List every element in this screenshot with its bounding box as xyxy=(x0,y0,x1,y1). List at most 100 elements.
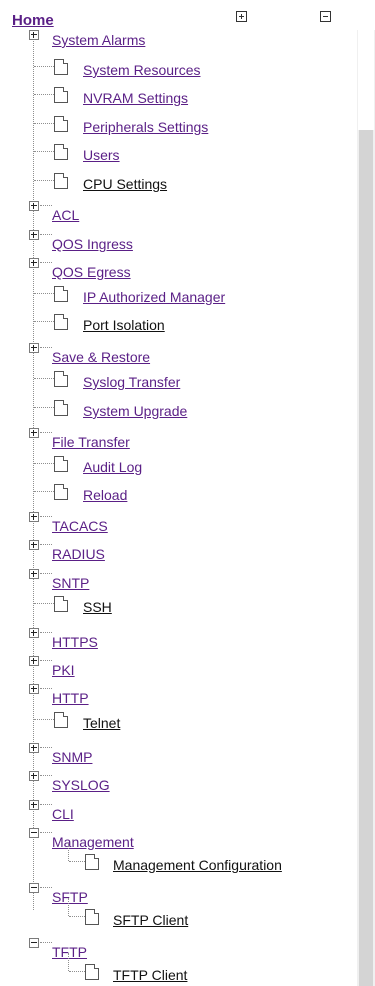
folder-label[interactable]: TFTP xyxy=(52,944,87,960)
folder-label[interactable]: HTTPS xyxy=(52,634,98,650)
folder-label[interactable]: QOS Egress xyxy=(52,264,131,280)
expand-icon[interactable] xyxy=(29,343,39,353)
tree-folder-file-transfer[interactable]: File Transfer xyxy=(0,427,355,450)
scrollbar-thumb[interactable] xyxy=(359,130,373,986)
folder-label[interactable]: QOS Ingress xyxy=(52,236,133,252)
tree-page-audit-log[interactable]: Audit Log xyxy=(0,455,355,475)
folder-label[interactable]: PKI xyxy=(52,662,75,678)
tree-folder-http[interactable]: HTTP xyxy=(0,683,355,706)
tree-page-system-upgrade[interactable]: System Upgrade xyxy=(0,399,355,419)
page-label[interactable]: Telnet xyxy=(83,715,120,731)
expand-icon[interactable] xyxy=(29,684,39,694)
expand-icon[interactable] xyxy=(29,428,39,438)
tree-page-peripherals-settings[interactable]: Peripherals Settings xyxy=(0,115,355,135)
page-label[interactable]: Users xyxy=(83,147,120,163)
tree-page-cpu-settings[interactable]: CPU Settings xyxy=(0,172,355,192)
page-icon xyxy=(54,144,68,160)
tree-page-tftp-client[interactable]: TFTP Client xyxy=(0,963,355,983)
page-label[interactable]: Peripherals Settings xyxy=(83,119,208,135)
tree-folder-cli[interactable]: CLI xyxy=(0,799,355,822)
tree-folder-sftp[interactable]: SFTP xyxy=(0,882,355,905)
tree-folder-acl[interactable]: ACL xyxy=(0,200,355,223)
tree-page-telnet[interactable]: Telnet xyxy=(0,711,355,731)
tree-connector xyxy=(34,719,54,720)
tree-folder-qos-ingress[interactable]: QOS Ingress xyxy=(0,229,355,252)
tree-folder-syslog[interactable]: SYSLOG xyxy=(0,770,355,793)
tree-page-syslog-transfer[interactable]: Syslog Transfer xyxy=(0,370,355,390)
tree-folder-https[interactable]: HTTPS xyxy=(0,627,355,650)
page-label[interactable]: SSH xyxy=(83,599,112,615)
page-icon xyxy=(54,456,68,472)
page-icon xyxy=(54,286,68,302)
expand-icon[interactable] xyxy=(29,628,39,638)
tree-page-nvram-settings[interactable]: NVRAM Settings xyxy=(0,86,355,106)
tree-page-port-isolation[interactable]: Port Isolation xyxy=(0,313,355,333)
page-label[interactable]: Reload xyxy=(83,487,127,503)
tree-page-reload[interactable]: Reload xyxy=(0,483,355,503)
folder-label[interactable]: SNTP xyxy=(52,575,89,591)
collapse-icon[interactable] xyxy=(29,938,39,948)
tree-folder-snmp[interactable]: SNMP xyxy=(0,742,355,765)
tree-folder-qos-egress[interactable]: QOS Egress xyxy=(0,257,355,280)
folder-label[interactable]: SNMP xyxy=(52,749,92,765)
tree-folder-tftp[interactable]: TFTP xyxy=(0,937,355,960)
page-label[interactable]: Management Configuration xyxy=(113,857,282,873)
folder-label[interactable]: SYSLOG xyxy=(52,777,110,793)
folder-label[interactable]: RADIUS xyxy=(52,546,105,562)
page-icon xyxy=(54,59,68,75)
folder-label[interactable]: Save & Restore xyxy=(52,349,150,365)
tree-folder-tacacs[interactable]: TACACS xyxy=(0,511,355,534)
page-label[interactable]: IP Authorized Manager xyxy=(83,289,225,305)
tree-folder-radius[interactable]: RADIUS xyxy=(0,539,355,562)
folder-label[interactable]: CLI xyxy=(52,806,74,822)
expand-icon[interactable] xyxy=(29,656,39,666)
tree-page-management-configuration[interactable]: Management Configuration xyxy=(0,853,355,873)
collapse-all-icon[interactable] xyxy=(320,11,331,22)
collapse-icon[interactable] xyxy=(29,883,39,893)
folder-label[interactable]: Management xyxy=(52,834,134,850)
page-label[interactable]: TFTP Client xyxy=(113,967,187,983)
page-label[interactable]: System Resources xyxy=(83,62,200,78)
tree-page-ip-authorized-manager[interactable]: IP Authorized Manager xyxy=(0,285,355,305)
page-label[interactable]: System Upgrade xyxy=(83,403,187,419)
page-label[interactable]: Port Isolation xyxy=(83,317,165,333)
page-label[interactable]: Syslog Transfer xyxy=(83,374,180,390)
tree-folder-save-restore[interactable]: Save & Restore xyxy=(0,342,355,365)
tree-page-ssh[interactable]: SSH xyxy=(0,595,355,615)
tree-page-users[interactable]: Users xyxy=(0,143,355,163)
tree-connector xyxy=(40,775,52,776)
expand-icon[interactable] xyxy=(29,512,39,522)
expand-icon[interactable] xyxy=(29,30,39,40)
expand-all-icon[interactable] xyxy=(236,11,247,22)
page-label[interactable]: NVRAM Settings xyxy=(83,90,188,106)
folder-label[interactable]: SFTP xyxy=(52,889,88,905)
tree-folder-management[interactable]: Management xyxy=(0,827,355,850)
tree-folder-pki[interactable]: PKI xyxy=(0,655,355,678)
expand-icon[interactable] xyxy=(29,771,39,781)
page-label[interactable]: SFTP Client xyxy=(113,912,188,928)
expand-icon[interactable] xyxy=(29,743,39,753)
expand-icon[interactable] xyxy=(29,800,39,810)
tree-connector xyxy=(34,321,54,322)
expand-icon[interactable] xyxy=(29,230,39,240)
tree-folder-system-alarms[interactable]: System Alarms xyxy=(0,30,355,50)
expand-icon[interactable] xyxy=(29,540,39,550)
tree-page-sftp-client[interactable]: SFTP Client xyxy=(0,908,355,928)
tree-page-system-resources[interactable]: System Resources xyxy=(0,58,355,78)
expand-icon[interactable] xyxy=(29,258,39,268)
home-link[interactable]: Home xyxy=(12,12,54,29)
page-label[interactable]: Audit Log xyxy=(83,459,142,475)
page-label[interactable]: CPU Settings xyxy=(83,176,167,192)
vertical-scrollbar[interactable] xyxy=(357,30,375,986)
folder-label[interactable]: System Alarms xyxy=(52,32,145,48)
scrollbar-track[interactable] xyxy=(358,30,374,130)
tree-connector xyxy=(40,262,52,263)
folder-label[interactable]: File Transfer xyxy=(52,434,130,450)
tree-folder-sntp[interactable]: SNTP xyxy=(0,568,355,591)
folder-label[interactable]: TACACS xyxy=(52,518,108,534)
folder-label[interactable]: HTTP xyxy=(52,690,89,706)
folder-label[interactable]: ACL xyxy=(52,207,79,223)
expand-icon[interactable] xyxy=(29,569,39,579)
collapse-icon[interactable] xyxy=(29,828,39,838)
expand-icon[interactable] xyxy=(29,201,39,211)
